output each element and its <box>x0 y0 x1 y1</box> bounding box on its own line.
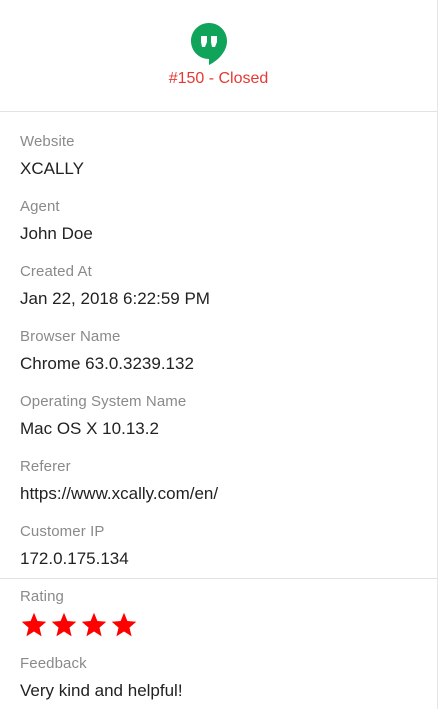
field-label: Created At <box>20 263 92 280</box>
field-value: John Doe <box>20 224 93 243</box>
rating-section: Rating <box>20 587 437 643</box>
star-icon <box>21 612 47 637</box>
field-value: 172.0.175.134 <box>20 549 129 568</box>
field-label: Website <box>20 133 75 150</box>
chat-detail-panel: #150 - Closed Website XCALLY Agent John … <box>0 0 438 709</box>
field-created-at: Created At Jan 22, 2018 6:22:59 PM <box>20 262 437 327</box>
field-agent: Agent John Doe <box>20 197 437 262</box>
star-icon <box>51 612 77 637</box>
feedback-section: Feedback Very kind and helpful! <box>20 654 437 703</box>
detail-fields: Website XCALLY Agent John Doe Created At… <box>20 132 437 587</box>
rating-stars <box>20 611 437 643</box>
panel-header: #150 - Closed <box>0 0 437 112</box>
field-value: Mac OS X 10.13.2 <box>20 419 159 438</box>
ticket-status: #150 - Closed <box>168 70 269 87</box>
field-value: Jan 22, 2018 6:22:59 PM <box>20 289 210 308</box>
rating-label: Rating <box>20 588 64 605</box>
field-website: Website XCALLY <box>20 132 437 197</box>
star-icon <box>111 612 137 637</box>
field-label: Agent <box>20 198 60 215</box>
field-label: Browser Name <box>20 328 121 345</box>
section-divider <box>0 578 438 579</box>
field-label: Customer IP <box>20 523 105 540</box>
field-value: https://www.xcally.com/en/ <box>20 484 219 503</box>
star-icon <box>81 612 107 637</box>
field-referer: Referer https://www.xcally.com/en/ <box>20 457 437 522</box>
field-label: Operating System Name <box>20 393 187 410</box>
feedback-label: Feedback <box>20 655 87 672</box>
hangouts-quote-icon <box>191 23 227 65</box>
field-operating-system-name: Operating System Name Mac OS X 10.13.2 <box>20 392 437 457</box>
field-browser-name: Browser Name Chrome 63.0.3239.132 <box>20 327 437 392</box>
field-value: XCALLY <box>20 159 84 178</box>
field-value: Chrome 63.0.3239.132 <box>20 354 194 373</box>
feedback-value: Very kind and helpful! <box>20 681 183 700</box>
field-label: Referer <box>20 458 71 475</box>
